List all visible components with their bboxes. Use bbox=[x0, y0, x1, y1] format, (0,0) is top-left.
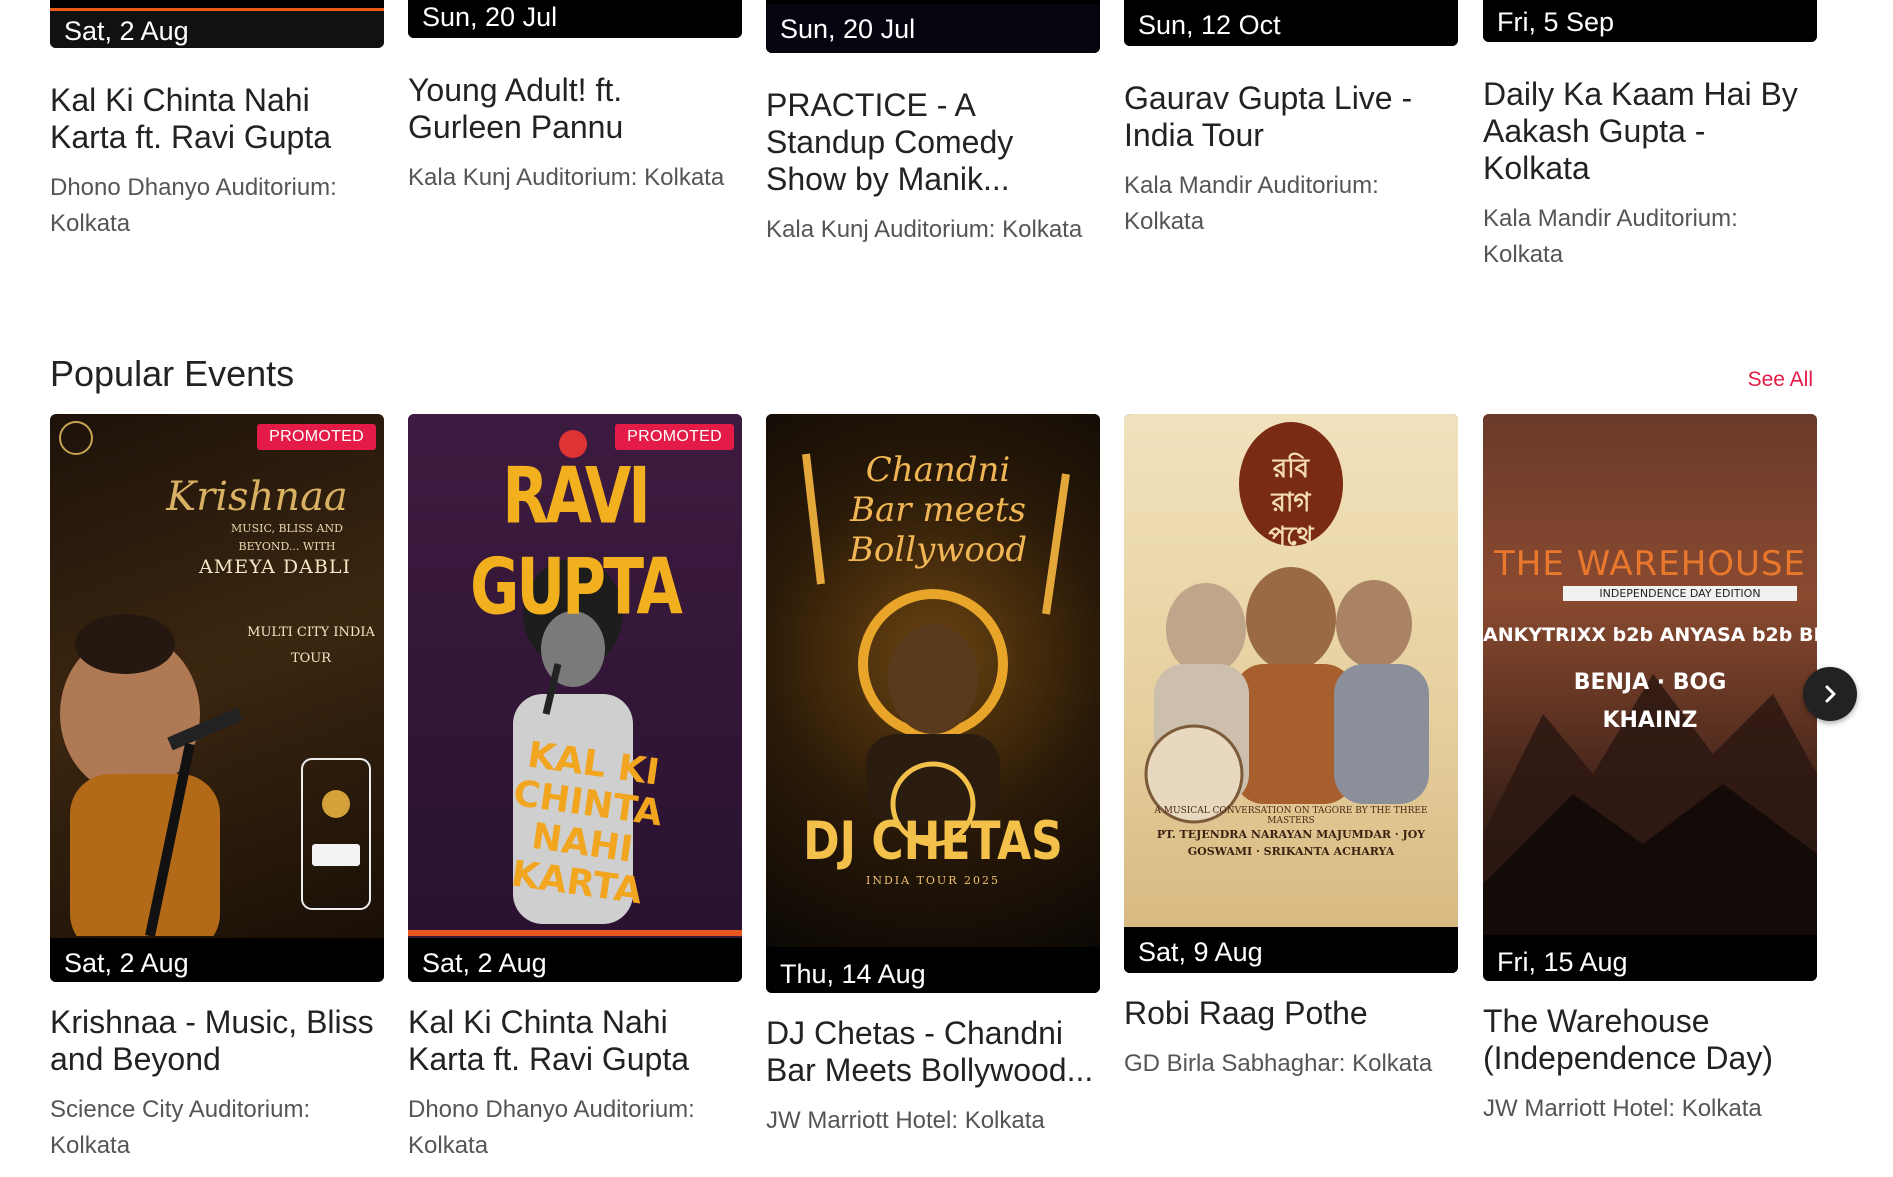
event-date: Thu, 14 Aug bbox=[766, 947, 1100, 993]
poster-artist-name: AMEYA DABLI bbox=[199, 556, 351, 578]
event-poster[interactable]: Sun, 20 Jul bbox=[408, 0, 742, 38]
event-title[interactable]: Kal Ki Chinta Nahi Karta ft. Ravi Gupta bbox=[408, 1004, 742, 1078]
poster-lineup: ANKYTRIXX b2b ANYASA b2b BLOT bbox=[1483, 624, 1817, 646]
event-title[interactable]: Krishnaa - Music, Bliss and Beyond bbox=[50, 1004, 384, 1078]
event-date: Fri, 15 Aug bbox=[1483, 937, 1817, 981]
event-title[interactable]: Kal Ki Chinta Nahi Karta ft. Ravi Gupta bbox=[50, 82, 384, 156]
event-poster[interactable]: Sun, 20 Jul bbox=[766, 0, 1100, 53]
event-poster[interactable]: Chandni Bar meets Bollywood DJ CHETAS IN… bbox=[766, 414, 1100, 993]
poster-logo: রবি রাগ পথে bbox=[1268, 454, 1314, 552]
event-date: Sat, 2 Aug bbox=[50, 938, 384, 982]
event-venue: Kala Kunj Auditorium: Kolkata bbox=[408, 164, 725, 191]
poster-subtitle: MUSIC, BLISS AND BEYOND... WITH bbox=[231, 522, 343, 553]
event-card[interactable]: Krishnaa MUSIC, BLISS AND BEYOND... WITH… bbox=[50, 414, 384, 1164]
event-date: Fri, 5 Sep bbox=[1483, 0, 1817, 42]
event-venue: Dhono Dhanyo Auditorium: Kolkata bbox=[50, 174, 337, 237]
event-poster[interactable]: Sun, 12 Oct bbox=[1124, 0, 1458, 46]
poster-headline: RAVI GUPTA bbox=[470, 451, 683, 633]
event-venue: Kala Mandir Auditorium: Kolkata bbox=[1483, 205, 1738, 268]
event-card[interactable]: THE WAREHOUSE INDEPENDENCE DAY EDITION A… bbox=[1483, 414, 1817, 1127]
event-card[interactable]: Fri, 5 Sep Daily Ka Kaam Hai By Aakash G… bbox=[1483, 0, 1817, 273]
event-date: Sun, 20 Jul bbox=[408, 0, 742, 38]
event-title[interactable]: PRACTICE - A Standup Comedy Show by Mani… bbox=[766, 87, 1100, 198]
event-title[interactable]: The Warehouse (Independence Day) bbox=[1483, 1003, 1817, 1077]
event-poster[interactable]: Sat, 2 Aug bbox=[50, 0, 384, 48]
poster-script-title: Krishnaa bbox=[166, 474, 348, 520]
event-title[interactable]: Robi Raag Pothe bbox=[1124, 995, 1458, 1032]
event-title[interactable]: Gaurav Gupta Live - India Tour bbox=[1124, 80, 1458, 154]
promoted-badge: PROMOTED bbox=[615, 424, 734, 450]
poster-show-title: KAL KI CHINTA NAHI KARTA bbox=[508, 734, 665, 913]
see-all-link[interactable]: See All bbox=[1748, 368, 1813, 392]
event-venue: Dhono Dhanyo Auditorium: Kolkata bbox=[408, 1096, 695, 1159]
event-date: Sun, 20 Jul bbox=[766, 4, 1100, 53]
poster-artwork: Chandni Bar meets Bollywood DJ CHETAS IN… bbox=[766, 414, 1100, 947]
event-card[interactable]: Sun, 20 Jul Young Adult! ft. Gurleen Pan… bbox=[408, 0, 742, 196]
event-venue: Science City Auditorium: Kolkata bbox=[50, 1096, 311, 1159]
event-date: Sat, 2 Aug bbox=[408, 938, 742, 982]
poster-script-title: Chandni Bar meets Bollywood bbox=[848, 450, 1028, 570]
poster-lineup: BENJA · BOG bbox=[1573, 670, 1727, 695]
event-venue: Kala Kunj Auditorium: Kolkata bbox=[766, 216, 1083, 243]
poster-subtitle: INDEPENDENCE DAY EDITION bbox=[1563, 586, 1797, 601]
poster-tagline: A MUSICAL CONVERSATION ON TAGORE BY THE … bbox=[1154, 806, 1428, 826]
event-poster[interactable]: RAVI GUPTA KAL KI CHINTA NAHI KARTA PROM… bbox=[408, 414, 742, 982]
poster-artwork: রবি রাগ পথে A MUSICAL CONVERSATION ON TA… bbox=[1124, 414, 1458, 927]
poster-artwork: RAVI GUPTA KAL KI CHINTA NAHI KARTA bbox=[408, 414, 742, 936]
event-venue: JW Marriott Hotel: Kolkata bbox=[766, 1107, 1045, 1134]
poster-lineup: KHAINZ bbox=[1602, 708, 1698, 733]
section-heading: Popular Events bbox=[50, 353, 295, 394]
event-card[interactable]: রবি রাগ পথে A MUSICAL CONVERSATION ON TA… bbox=[1124, 414, 1458, 1082]
poster-artist-name: DJ CHETAS bbox=[803, 810, 1063, 873]
carousel-next-button[interactable] bbox=[1803, 667, 1857, 721]
poster-artwork: Krishnaa MUSIC, BLISS AND BEYOND... WITH… bbox=[50, 414, 384, 936]
event-poster[interactable]: THE WAREHOUSE INDEPENDENCE DAY EDITION A… bbox=[1483, 414, 1817, 981]
chevron-right-icon bbox=[1825, 685, 1836, 703]
event-title[interactable]: Young Adult! ft. Gurleen Pannu bbox=[408, 72, 742, 146]
poster-headline: THE WAREHOUSE bbox=[1493, 544, 1807, 584]
poster-artwork: THE WAREHOUSE INDEPENDENCE DAY EDITION A… bbox=[1483, 414, 1817, 935]
event-date: Sat, 2 Aug bbox=[50, 8, 384, 48]
event-card[interactable]: Chandni Bar meets Bollywood DJ CHETAS IN… bbox=[766, 414, 1100, 1139]
event-venue: JW Marriott Hotel: Kolkata bbox=[1483, 1095, 1762, 1122]
poster-artists: PT. TEJENDRA NARAYAN MAJUMDAR · JOY GOSW… bbox=[1156, 828, 1426, 858]
event-card[interactable]: Sat, 2 Aug Kal Ki Chinta Nahi Karta ft. … bbox=[50, 0, 384, 242]
event-date: Sun, 12 Oct bbox=[1124, 0, 1458, 46]
event-date: Sat, 9 Aug bbox=[1124, 927, 1458, 973]
event-card[interactable]: RAVI GUPTA KAL KI CHINTA NAHI KARTA PROM… bbox=[408, 414, 742, 1164]
event-poster[interactable]: Krishnaa MUSIC, BLISS AND BEYOND... WITH… bbox=[50, 414, 384, 982]
event-card[interactable]: Sun, 12 Oct Gaurav Gupta Live - India To… bbox=[1124, 0, 1458, 240]
poster-tour: MULTI CITY INDIA TOUR bbox=[247, 625, 375, 666]
event-card[interactable]: Sun, 20 Jul PRACTICE - A Standup Comedy … bbox=[766, 0, 1100, 248]
event-venue: Kala Mandir Auditorium: Kolkata bbox=[1124, 172, 1379, 235]
poster-tour: INDIA TOUR 2025 bbox=[866, 874, 1000, 887]
event-poster[interactable]: Fri, 5 Sep bbox=[1483, 0, 1817, 42]
promoted-badge: PROMOTED bbox=[257, 424, 376, 450]
event-title[interactable]: Daily Ka Kaam Hai By Aakash Gupta - Kolk… bbox=[1483, 76, 1817, 187]
event-poster[interactable]: রবি রাগ পথে A MUSICAL CONVERSATION ON TA… bbox=[1124, 414, 1458, 973]
event-title[interactable]: DJ Chetas - Chandni Bar Meets Bollywood.… bbox=[766, 1015, 1100, 1089]
event-venue: GD Birla Sabhaghar: Kolkata bbox=[1124, 1050, 1433, 1077]
